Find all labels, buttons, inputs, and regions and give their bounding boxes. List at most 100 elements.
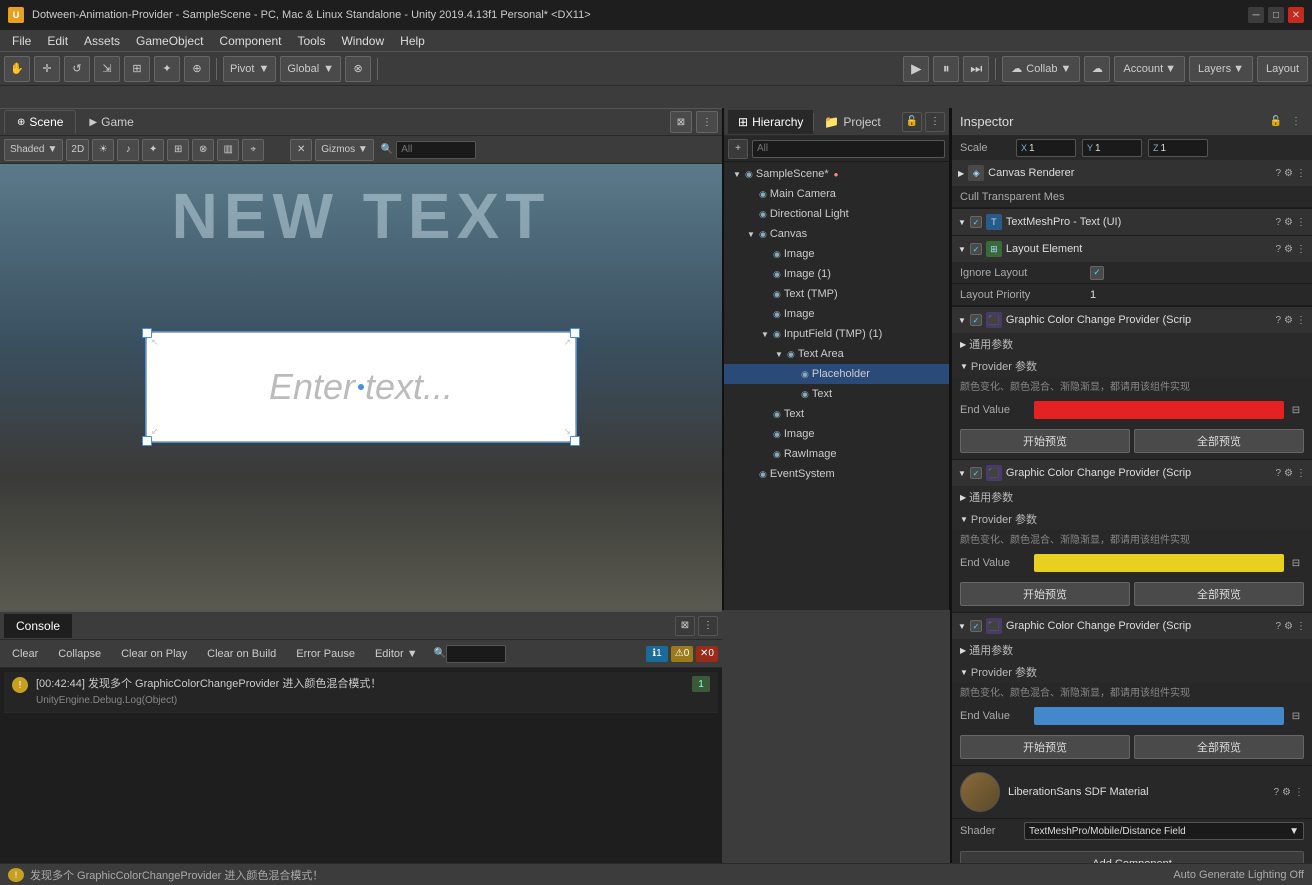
- gc3-start-preview-btn[interactable]: 开始预览: [960, 735, 1130, 759]
- console-clear-play-btn[interactable]: Clear on Play: [113, 643, 195, 665]
- gc1-checkbox[interactable]: ✓: [970, 314, 982, 326]
- collab-button[interactable]: ☁ Collab ▼: [1002, 56, 1080, 82]
- inspector-menu-btn[interactable]: ⋮: [1288, 114, 1304, 130]
- gc1-menu[interactable]: ⋮: [1296, 315, 1306, 326]
- hierarchy-search-input[interactable]: [752, 140, 945, 158]
- gc3-menu[interactable]: ⋮: [1296, 621, 1306, 632]
- close-button[interactable]: ✕: [1288, 7, 1304, 23]
- menu-component[interactable]: Component: [211, 32, 289, 50]
- graphic-color-2-header[interactable]: ▼ ✓ ⬛ Graphic Color Change Provider (Scr…: [952, 460, 1312, 486]
- layout-checkbox[interactable]: ✓: [970, 243, 982, 255]
- gc2-help[interactable]: ?: [1275, 468, 1281, 479]
- console-log-row[interactable]: ! [00:42:44] 发现多个 GraphicColorChangeProv…: [4, 672, 718, 713]
- gc3-provider-header[interactable]: ▼ Provider 参数: [952, 661, 1312, 683]
- gc3-general-header[interactable]: ▶ 通用参数: [952, 639, 1312, 661]
- gc1-color-picker-icon[interactable]: ⊟: [1288, 402, 1304, 418]
- gc3-color-bar[interactable]: [1034, 707, 1284, 725]
- tree-item[interactable]: ◉ Text: [724, 404, 949, 424]
- ignore-layout-check[interactable]: ✓: [1090, 266, 1104, 280]
- handle-br[interactable]: [570, 436, 580, 446]
- console-maximize-btn[interactable]: ⊠: [675, 616, 695, 636]
- tab-scene[interactable]: ⊕ Scene: [4, 110, 76, 134]
- material-help[interactable]: ?: [1273, 787, 1279, 798]
- menu-assets[interactable]: Assets: [76, 32, 128, 50]
- gc1-all-preview-btn[interactable]: 全部预览: [1134, 429, 1304, 453]
- scene-btn5[interactable]: ⊞: [167, 139, 189, 161]
- tree-item[interactable]: ◉ Image: [724, 424, 949, 444]
- tab-hierarchy[interactable]: ⊞ Hierarchy: [728, 110, 813, 134]
- light-btn[interactable]: ☀: [92, 139, 114, 161]
- cloud-button[interactable]: ☁: [1084, 56, 1110, 82]
- transform-tool[interactable]: ✦: [154, 56, 180, 82]
- shader-dropdown[interactable]: TextMeshPro/Mobile/Distance Field ▼: [1024, 822, 1304, 840]
- gc1-settings[interactable]: ⚙: [1284, 315, 1293, 326]
- tree-item[interactable]: ◉ EventSystem: [724, 464, 949, 484]
- gc2-general-header[interactable]: ▶ 通用参数: [952, 486, 1312, 508]
- menu-edit[interactable]: Edit: [39, 32, 76, 50]
- material-settings[interactable]: ⚙: [1282, 787, 1291, 798]
- scale-tool[interactable]: ⇲: [94, 56, 120, 82]
- gc1-start-preview-btn[interactable]: 开始预览: [960, 429, 1130, 453]
- scene-btn8[interactable]: ⌖: [242, 139, 264, 161]
- tmp-settings[interactable]: ⚙: [1284, 217, 1293, 228]
- account-button[interactable]: Account ▼: [1114, 56, 1185, 82]
- console-clear-build-btn[interactable]: Clear on Build: [199, 643, 284, 665]
- inspector-lock-btn[interactable]: 🔓: [1268, 114, 1284, 130]
- gc1-general-header[interactable]: ▶ 通用参数: [952, 333, 1312, 355]
- gizmos-dropdown[interactable]: Gizmos ▼: [315, 139, 374, 161]
- scene-btn9[interactable]: ✕: [290, 139, 312, 161]
- gc1-color-bar[interactable]: [1034, 401, 1284, 419]
- shaded-dropdown[interactable]: Shaded ▼: [4, 139, 63, 161]
- layout-menu[interactable]: ⋮: [1296, 244, 1306, 255]
- graphic-color-1-header[interactable]: ▼ ✓ ⬛ Graphic Color Change Provider (Scr…: [952, 307, 1312, 333]
- hier-add-btn[interactable]: +: [728, 139, 748, 159]
- tab-project[interactable]: 📁 Project: [814, 110, 890, 134]
- menu-file[interactable]: File: [4, 32, 39, 50]
- gc3-color-picker-icon[interactable]: ⊟: [1288, 708, 1304, 724]
- minimize-button[interactable]: ─: [1248, 7, 1264, 23]
- menu-help[interactable]: Help: [392, 32, 433, 50]
- gc2-checkbox[interactable]: ✓: [970, 467, 982, 479]
- tree-item[interactable]: ◉ Directional Light: [724, 204, 949, 224]
- scene-maximize-btn[interactable]: ⊠: [670, 111, 692, 133]
- tree-item[interactable]: ◉ Image (1): [724, 264, 949, 284]
- maximize-button[interactable]: □: [1268, 7, 1284, 23]
- graphic-color-3-header[interactable]: ▼ ✓ ⬛ Graphic Color Change Provider (Scr…: [952, 613, 1312, 639]
- gc2-provider-header[interactable]: ▼ Provider 参数: [952, 508, 1312, 530]
- global-dropdown[interactable]: Global ▼: [280, 56, 341, 82]
- gc3-all-preview-btn[interactable]: 全部预览: [1134, 735, 1304, 759]
- console-editor-btn[interactable]: Editor ▼: [367, 643, 426, 665]
- menu-tools[interactable]: Tools: [289, 32, 333, 50]
- fx-btn[interactable]: ✦: [142, 139, 164, 161]
- custom-tool[interactable]: ⊕: [184, 56, 210, 82]
- menu-gameobject[interactable]: GameObject: [128, 32, 211, 50]
- tree-item[interactable]: ◉ Image: [724, 244, 949, 264]
- gc3-help[interactable]: ?: [1275, 621, 1281, 632]
- gc2-color-bar[interactable]: [1034, 554, 1284, 572]
- tree-item[interactable]: ◉ RawImage: [724, 444, 949, 464]
- gc1-provider-header[interactable]: ▼ Provider 参数: [952, 355, 1312, 377]
- scene-search-input[interactable]: [396, 141, 476, 159]
- textmeshpro-header[interactable]: ▼ ✓ T TextMeshPro - Text (UI) ? ⚙ ⋮: [952, 209, 1312, 235]
- tab-console[interactable]: Console: [4, 614, 72, 638]
- gc2-start-preview-btn[interactable]: 开始预览: [960, 582, 1130, 606]
- tree-item[interactable]: ▼ ◉ SampleScene* ●: [724, 164, 949, 184]
- gc2-settings[interactable]: ⚙: [1284, 468, 1293, 479]
- custom-tool2[interactable]: ⊗: [345, 56, 371, 82]
- tree-item[interactable]: ◉ Image: [724, 304, 949, 324]
- layout-element-header[interactable]: ▼ ✓ ⊞ Layout Element ? ⚙ ⋮: [952, 236, 1312, 262]
- layout-settings[interactable]: ⚙: [1284, 244, 1293, 255]
- pause-button[interactable]: ⏸: [933, 56, 959, 82]
- gc3-settings[interactable]: ⚙: [1284, 621, 1293, 632]
- audio-btn[interactable]: ♪: [117, 139, 139, 161]
- console-collapse-btn[interactable]: Collapse: [50, 643, 109, 665]
- tree-item[interactable]: ◉ Main Camera: [724, 184, 949, 204]
- canvas-renderer-header[interactable]: ▶ ◈ Canvas Renderer ? ⚙ ⋮: [952, 160, 1312, 186]
- tree-item[interactable]: ◉ Text (TMP): [724, 284, 949, 304]
- layout-help[interactable]: ?: [1275, 244, 1281, 255]
- console-menu-btn[interactable]: ⋮: [698, 616, 718, 636]
- tree-item[interactable]: ◉ Placeholder: [724, 364, 949, 384]
- pivot-dropdown[interactable]: Pivot ▼: [223, 56, 276, 82]
- hand-tool[interactable]: ✋: [4, 56, 30, 82]
- material-menu[interactable]: ⋮: [1294, 787, 1304, 798]
